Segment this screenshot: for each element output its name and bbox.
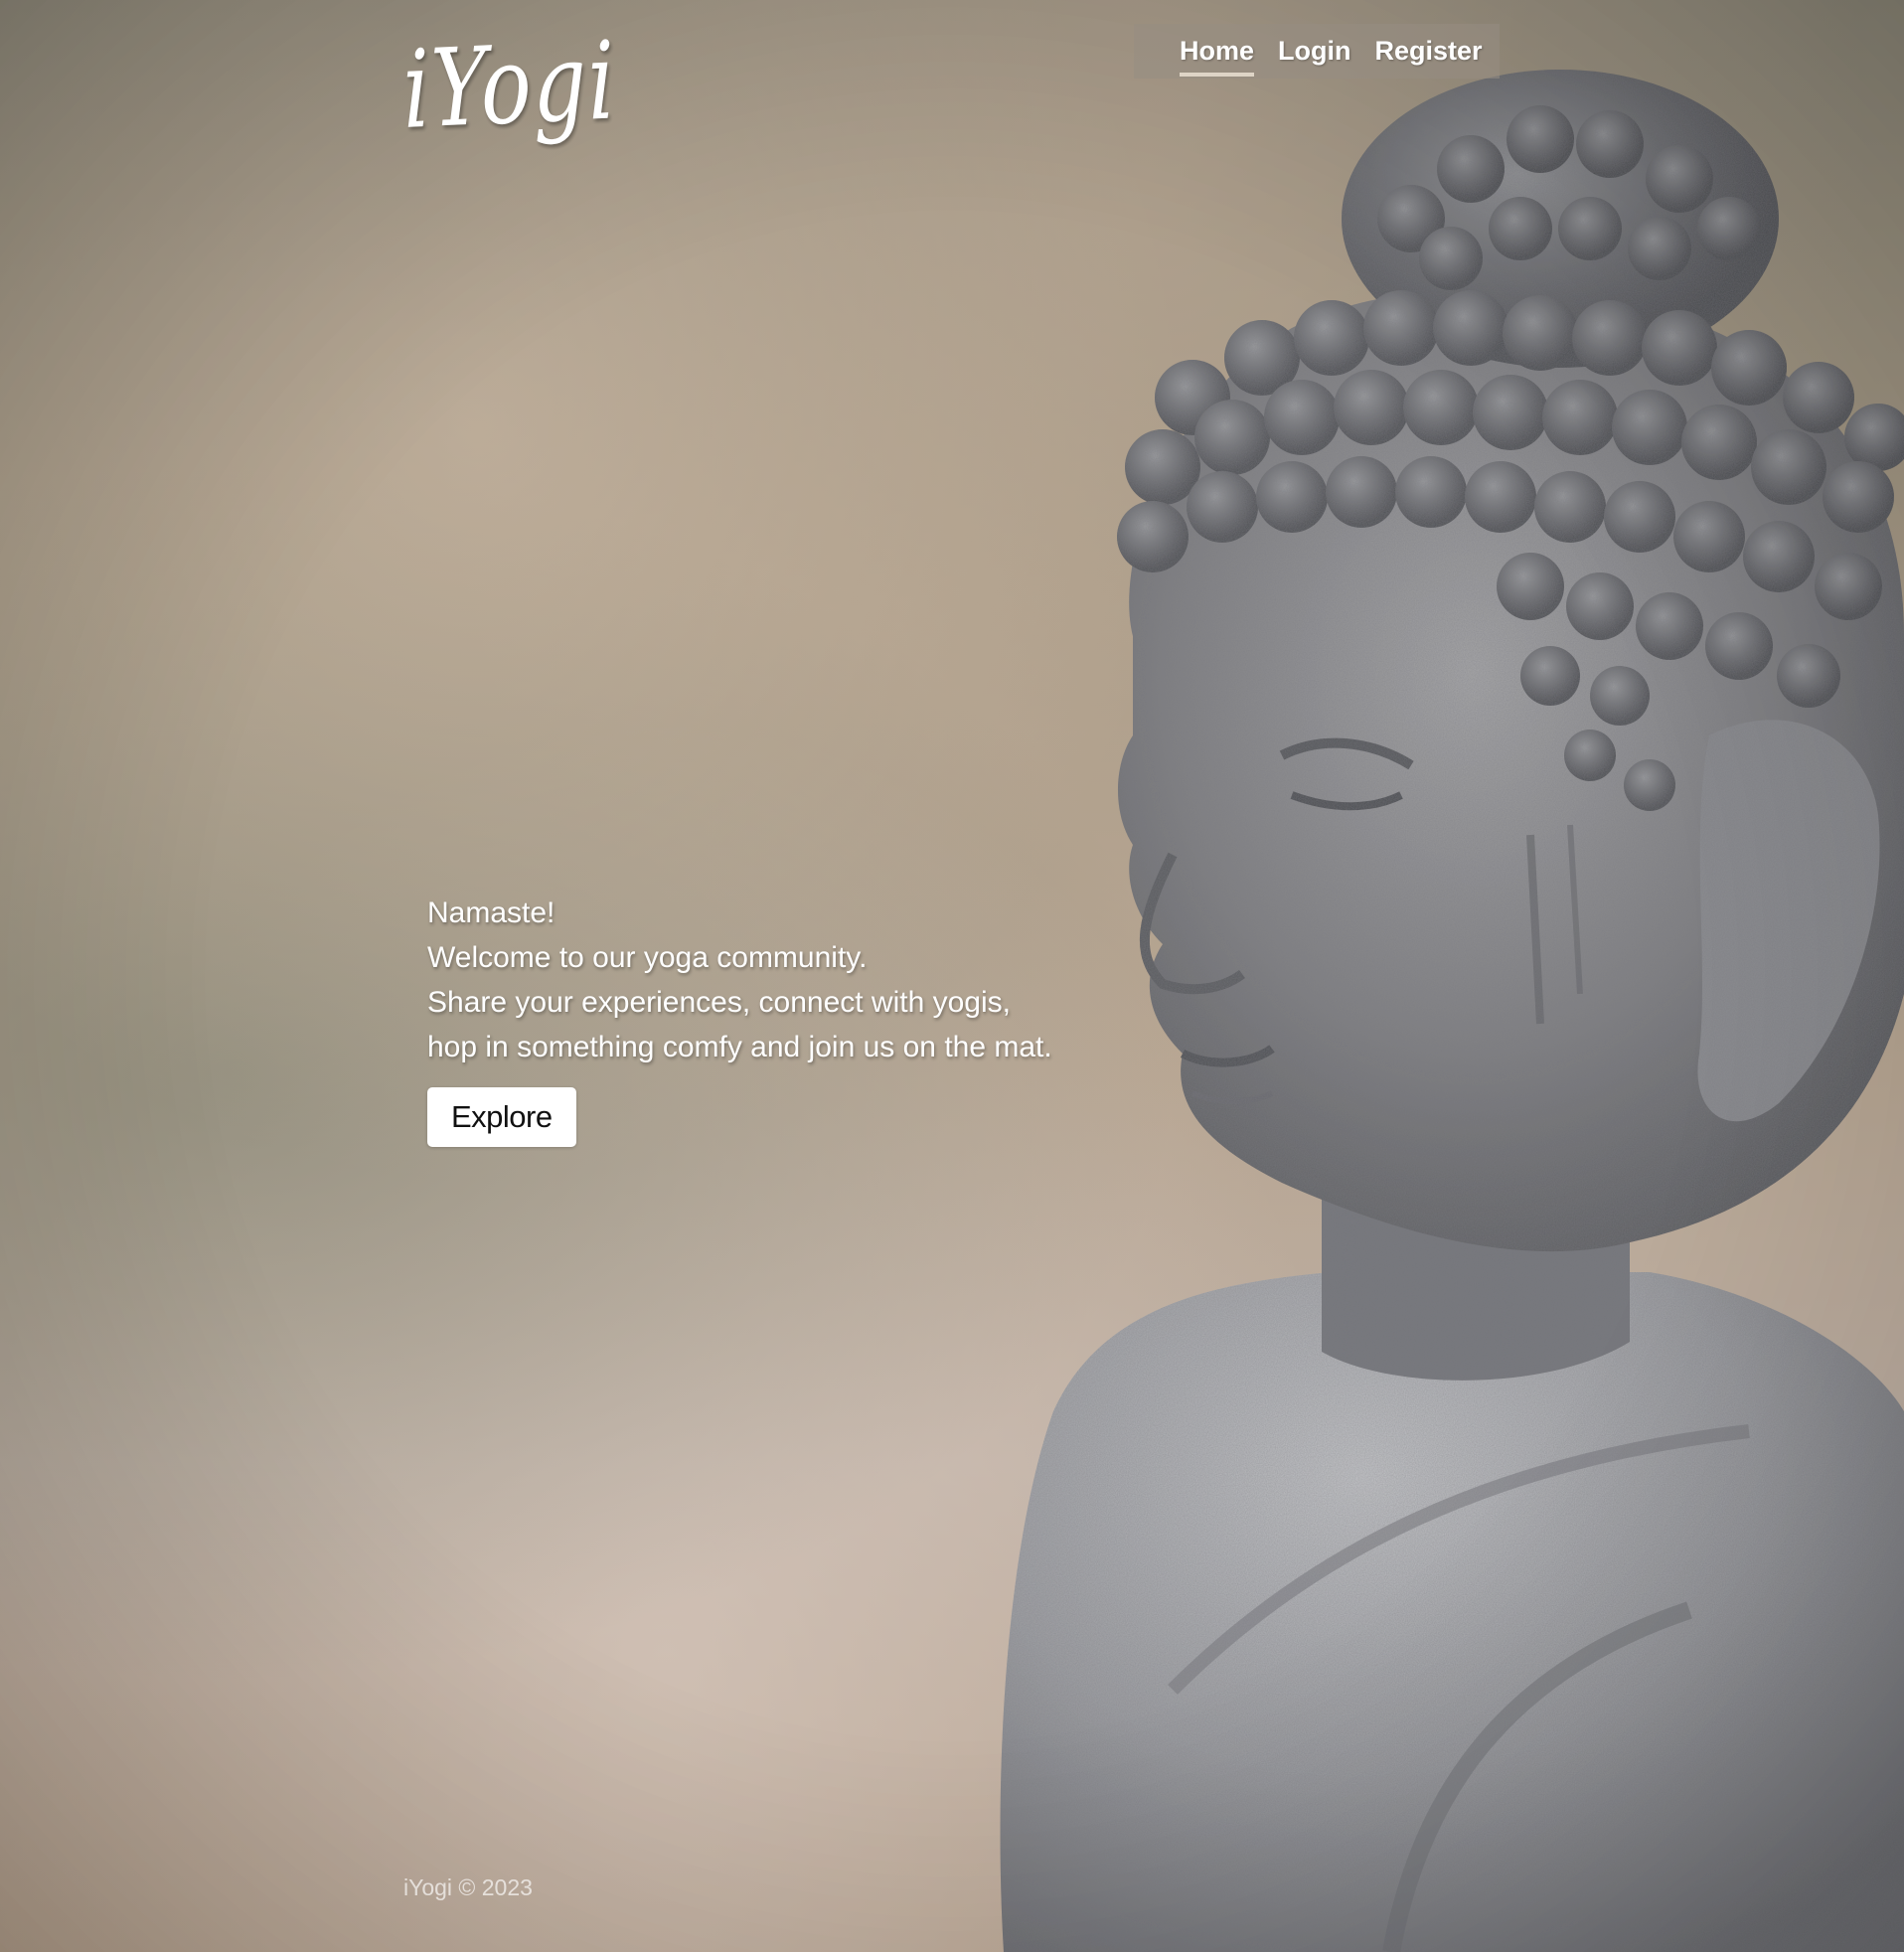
footer-copyright: iYogi © 2023 [403,1874,533,1900]
nav-register-link[interactable]: Register [1375,36,1483,67]
top-nav: Home Login Register [1134,24,1500,79]
brand-logo[interactable]: iYogi [401,19,618,153]
hero-join-line: hop in something comfy and join us on th… [427,1031,1052,1063]
hero-greeting: Namaste! [427,896,555,929]
nav-login-link[interactable]: Login [1278,36,1350,67]
nav-home-link[interactable]: Home [1180,36,1255,77]
explore-button[interactable]: Explore [427,1087,576,1147]
hero-welcome-line: Welcome to our yoga community. [427,941,868,974]
hero-content: Namaste! Welcome to our yoga community. … [427,891,1052,1147]
hero-share-line: Share your experiences, connect with yog… [427,986,1011,1019]
